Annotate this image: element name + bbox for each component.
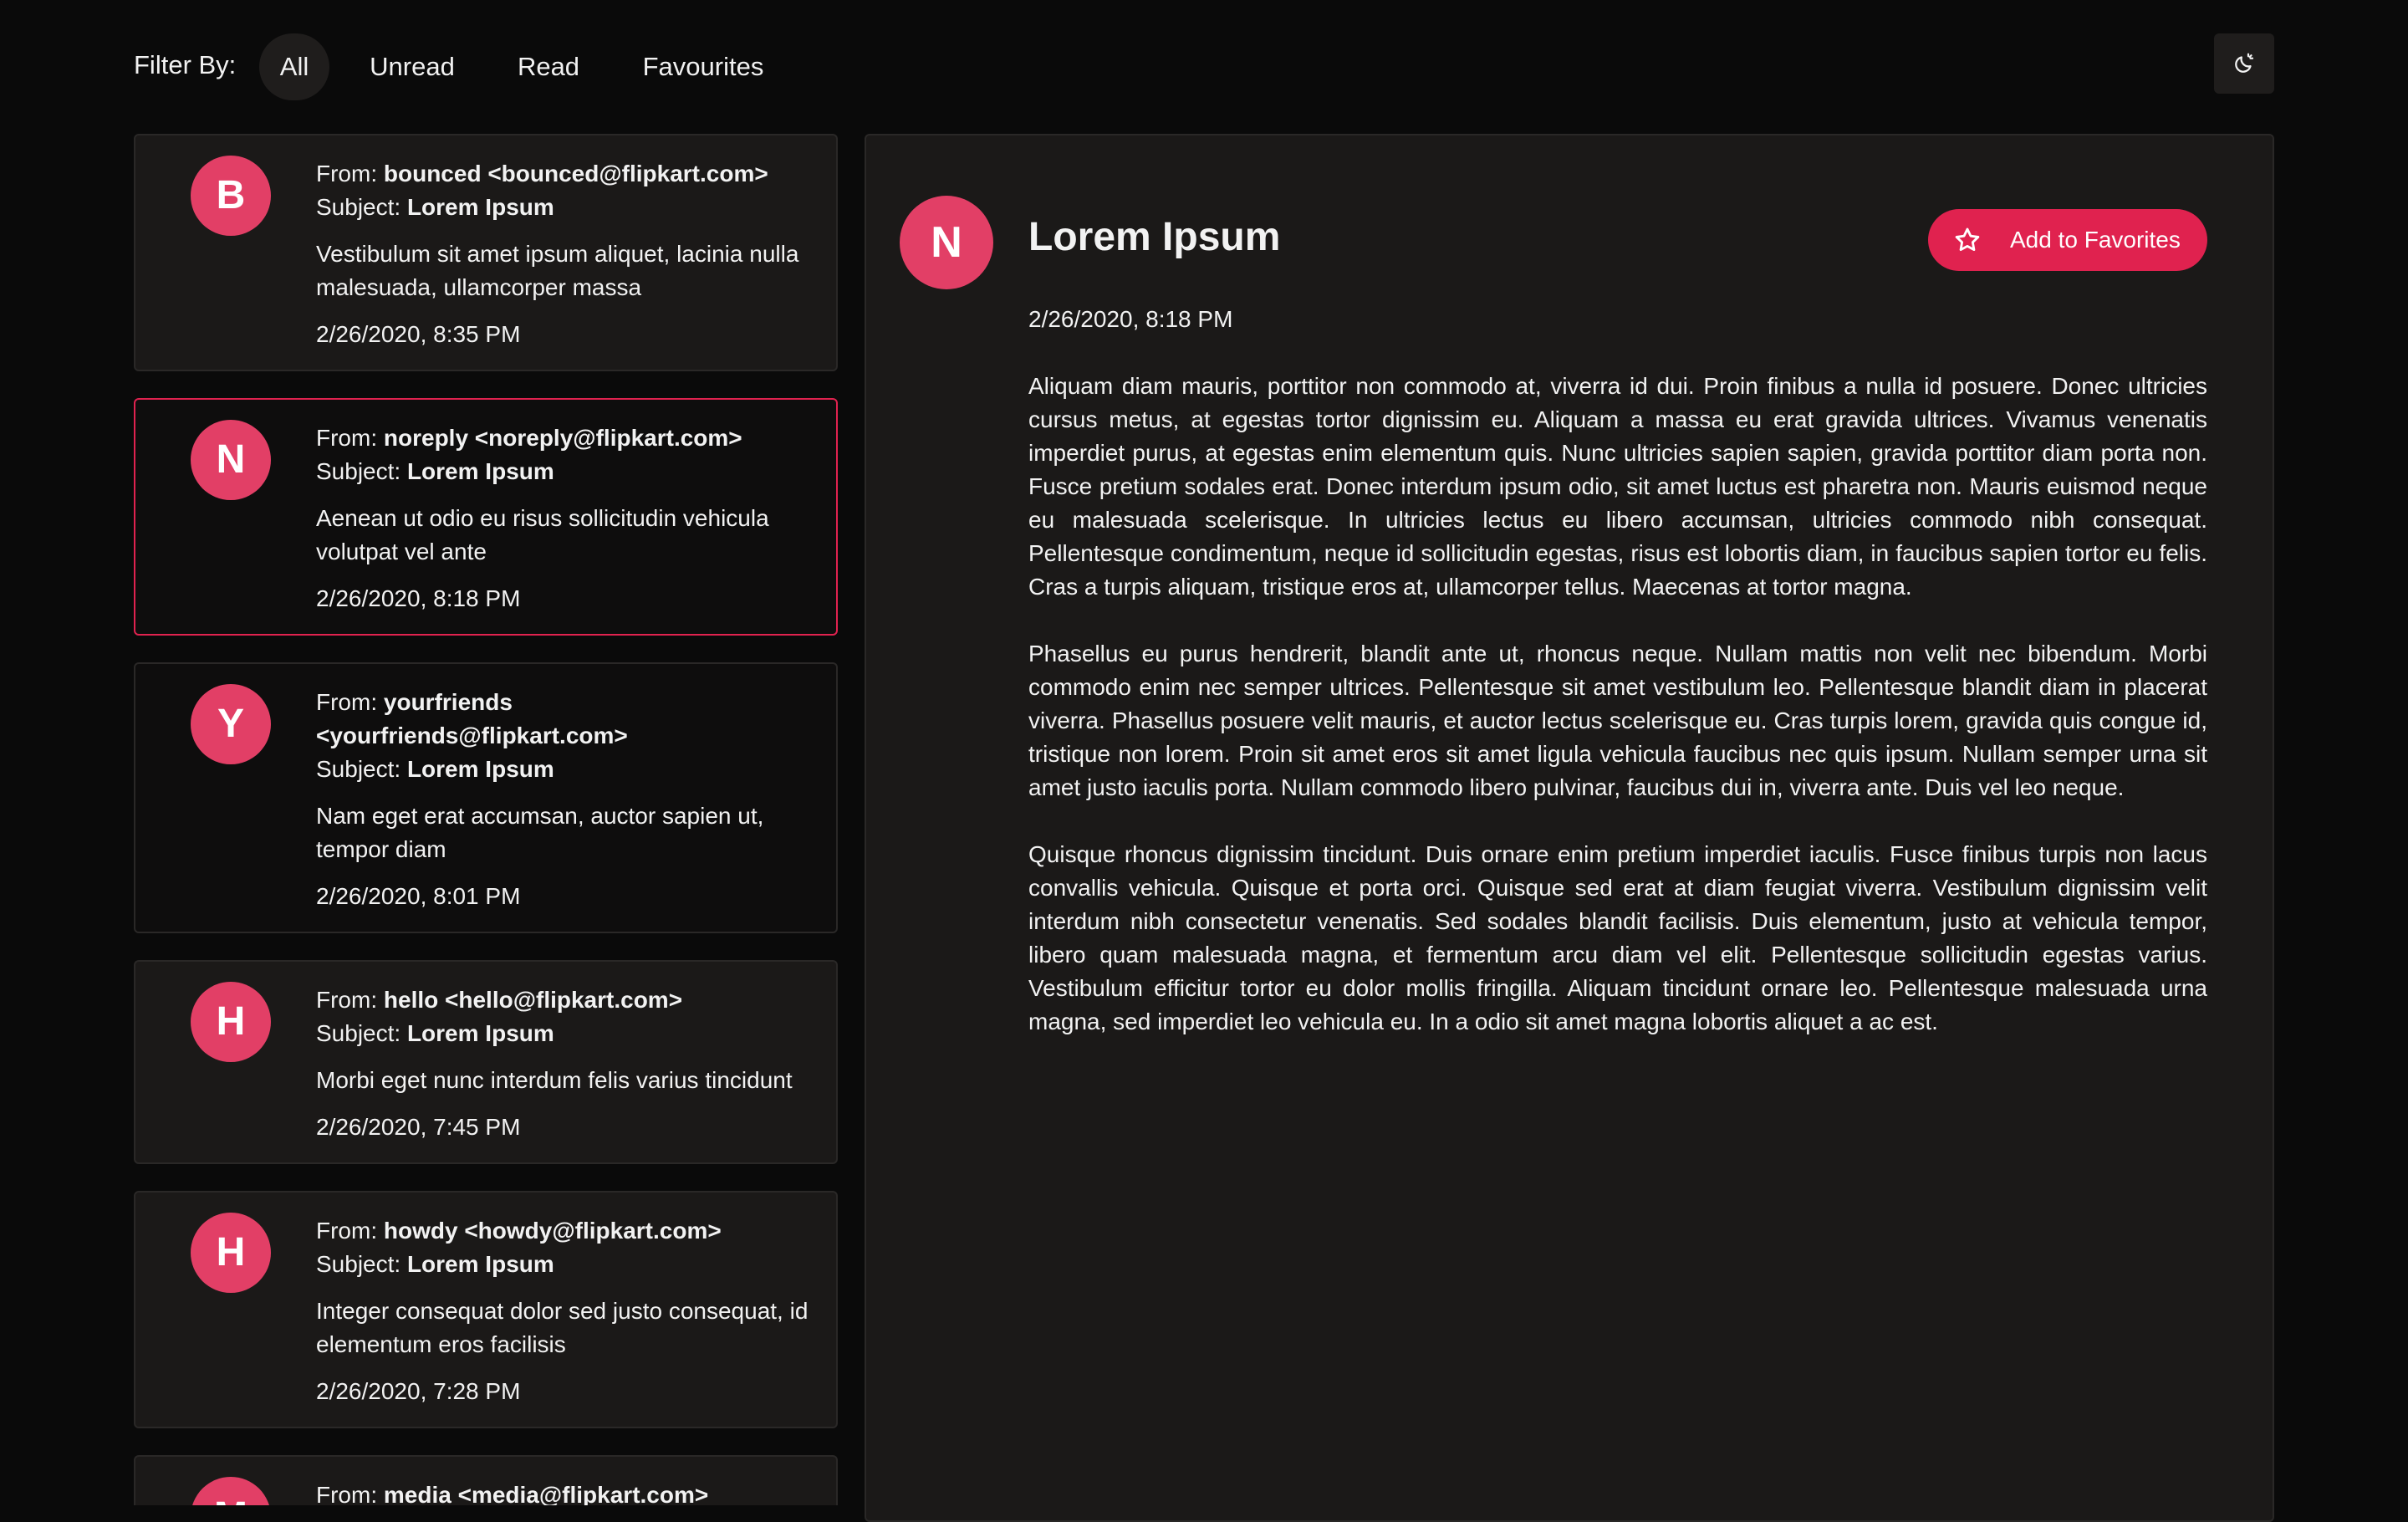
moon-sun-icon [2235,53,2254,73]
from-prefix: From: [316,1218,378,1244]
subject-prefix: Subject: [316,1251,401,1277]
email-title: Lorem Ipsum [1028,215,1281,259]
filter-favourites[interactable]: Favourites [624,33,783,100]
from-prefix: From: [316,689,378,715]
subject: Lorem Ipsum [406,756,554,782]
email-date: 2/26/2020, 8:01 PM [316,883,521,909]
subject-prefix: Subject: [316,1020,401,1046]
add-to-favorites-button[interactable]: Add to Favorites [1928,209,2207,271]
star-icon [1955,227,1980,252]
sender: howdy <howdy@flipkart.com> [383,1218,722,1244]
email-date: 2/26/2020, 8:18 PM [1028,306,1233,332]
subject-prefix: Subject: [316,458,401,484]
filter-read[interactable]: Read [495,33,602,100]
sender: noreply <noreply@flipkart.com> [383,425,742,451]
subject: Lorem Ipsum [406,1251,554,1277]
avatar: Y [191,684,271,764]
subject-prefix: Subject: [316,194,401,220]
sender: bounced <bounced@flipkart.com> [383,161,768,186]
avatar: N [191,420,271,500]
email-date: 2/26/2020, 8:18 PM [316,585,521,611]
email-card[interactable]: B From: bounced <bounced@flipkart.com> S… [134,134,838,371]
filter-label: Filter By: [134,50,237,79]
subject: Lorem Ipsum [406,1020,554,1046]
from-prefix: From: [316,987,378,1013]
add-to-favorites-label: Add to Favorites [2010,227,2181,253]
email-paragraph: Quisque rhoncus dignissim tincidunt. Dui… [1028,841,2207,1034]
email-list: B From: bounced <bounced@flipkart.com> S… [134,134,838,1505]
theme-toggle-button[interactable] [2214,33,2274,94]
sender: media <media@flipkart.com> [383,1482,709,1505]
email-date: 2/26/2020, 8:35 PM [316,321,521,347]
email-detail-panel: N Lorem Ipsum Add to Favorites 2/26/2020… [865,134,2274,1522]
filter-unread[interactable]: Unread [351,33,473,100]
subject-prefix: Subject: [316,756,401,782]
from-prefix: From: [316,1482,378,1505]
filter-all[interactable]: All [259,33,329,100]
email-date: 2/26/2020, 7:28 PM [316,1378,521,1404]
email-card[interactable]: H From: hello <hello@flipkart.com> Subje… [134,960,838,1164]
email-preview: Vestibulum sit amet ipsum aliquet, lacin… [316,241,799,300]
avatar: B [191,156,271,236]
from-prefix: From: [316,161,378,186]
email-card-selected[interactable]: N From: noreply <noreply@flipkart.com> S… [134,398,838,636]
subject: Lorem Ipsum [406,194,554,220]
email-card[interactable]: H From: howdy <howdy@flipkart.com> Subje… [134,1191,838,1428]
email-body: Aliquam diam mauris, porttitor non commo… [1028,370,2207,1072]
email-card[interactable]: M From: media <media@flipkart.com> [134,1455,838,1505]
avatar: M [191,1477,271,1505]
avatar: H [191,1213,271,1293]
email-card[interactable]: Y From: yourfriends <yourfriends@flipkar… [134,662,838,933]
email-preview: Integer consequat dolor sed justo conseq… [316,1298,809,1357]
email-paragraph: Aliquam diam mauris, porttitor non commo… [1028,373,2207,600]
email-preview: Morbi eget nunc interdum felis varius ti… [316,1067,793,1093]
email-preview: Nam eget erat accumsan, auctor sapien ut… [316,803,764,862]
email-paragraph: Phasellus eu purus hendrerit, blandit an… [1028,641,2207,800]
email-preview: Aenean ut odio eu risus sollicitudin veh… [316,505,769,564]
filter-bar: Filter By: All Unread Read Favourites [0,0,2408,134]
avatar: H [191,982,271,1062]
sender: hello <hello@flipkart.com> [383,987,683,1013]
avatar: N [900,196,993,289]
email-date: 2/26/2020, 7:45 PM [316,1114,521,1140]
subject: Lorem Ipsum [406,458,554,484]
from-prefix: From: [316,425,378,451]
